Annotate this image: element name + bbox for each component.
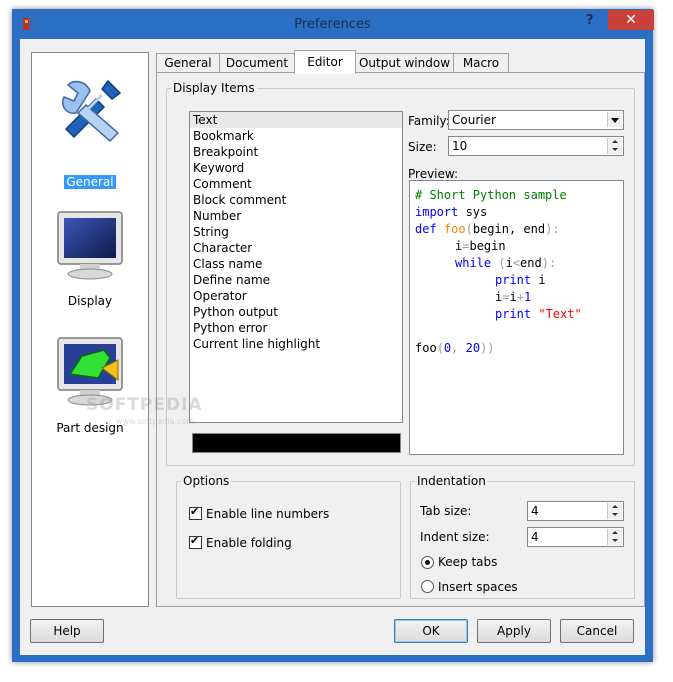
tab-document[interactable]: Document <box>219 53 295 73</box>
stepper-up-icon[interactable] <box>607 503 622 511</box>
list-item[interactable]: Character <box>190 240 402 256</box>
line-numbers-label[interactable]: Enable line numbers <box>206 507 329 521</box>
chevron-down-icon[interactable] <box>607 112 622 127</box>
preview-line-def: def foo(begin, end): <box>415 222 560 236</box>
display-items-legend: Display Items <box>173 81 255 95</box>
list-item[interactable]: Operator <box>190 288 402 304</box>
tab-size-label: Tab size: <box>420 504 472 518</box>
list-item[interactable]: Python error <box>190 320 402 336</box>
list-item[interactable]: Current line highlight <box>190 336 402 352</box>
font-size-stepper[interactable]: 10 <box>448 136 624 156</box>
list-item[interactable]: Keyword <box>190 160 402 176</box>
ok-button[interactable]: OK <box>394 619 468 643</box>
preview-line-increment: i=i+1 <box>495 290 532 304</box>
apply-button[interactable]: Apply <box>477 619 551 643</box>
tab-editor[interactable]: Editor <box>294 50 356 74</box>
sidebar-label-part-design: Part design <box>56 421 124 435</box>
list-item[interactable]: Python output <box>190 304 402 320</box>
tab-size-value: 4 <box>531 504 539 518</box>
insert-spaces-radio[interactable] <box>421 580 434 593</box>
stepper-up-icon[interactable] <box>607 138 622 146</box>
code-preview: # Short Python sample import sys def foo… <box>409 180 624 455</box>
list-item[interactable]: Define name <box>190 272 402 288</box>
editor-tab-panel: Display Items Text Bookmark Breakpoint K… <box>156 72 645 607</box>
list-item[interactable]: Class name <box>190 256 402 272</box>
preview-line-print-text: print "Text" <box>495 307 582 321</box>
preview-line-call: foo(0, 20)) <box>415 341 495 355</box>
tab-output-window[interactable]: Output window <box>355 53 454 73</box>
keep-tabs-label[interactable]: Keep tabs <box>438 555 497 569</box>
indent-size-label: Indent size: <box>420 530 490 544</box>
size-label: Size: <box>408 140 437 154</box>
list-item[interactable]: Breakpoint <box>190 144 402 160</box>
preview-label: Preview: <box>408 167 459 181</box>
list-item[interactable]: Bookmark <box>190 128 402 144</box>
tab-general[interactable]: General <box>156 53 220 73</box>
stepper-up-icon[interactable] <box>607 529 622 537</box>
sidebar-label-display: Display <box>67 294 113 308</box>
help-button[interactable]: Help <box>30 619 104 643</box>
preview-line-import: import sys <box>415 205 488 219</box>
indent-size-value: 4 <box>531 530 539 544</box>
window-title: Preferences <box>294 17 371 32</box>
indentation-legend: Indentation <box>417 474 486 488</box>
category-sidebar: General Display Part design <box>31 52 149 607</box>
help-title-button[interactable]: ? <box>586 13 594 28</box>
preview-comment: # Short Python sample <box>415 188 567 202</box>
tools-icon <box>62 79 122 143</box>
insert-spaces-label[interactable]: Insert spaces <box>438 580 518 594</box>
preferences-window: Preferences ? ✕ General Display Part des… <box>12 9 654 662</box>
display-items-list[interactable]: Text Bookmark Breakpoint Keyword Comment… <box>189 111 403 423</box>
tab-size-stepper[interactable]: 4 <box>527 501 624 521</box>
indent-size-stepper[interactable]: 4 <box>527 527 624 547</box>
cancel-button[interactable]: Cancel <box>560 619 634 643</box>
font-family-select[interactable]: Courier <box>448 110 624 130</box>
sidebar-item-general[interactable]: General <box>32 53 148 198</box>
monitor-icon <box>57 211 123 280</box>
tab-macro[interactable]: Macro <box>453 53 509 73</box>
dialog-client-area: General Display Part design General Docu… <box>20 39 645 655</box>
part-design-icon <box>57 337 123 406</box>
preview-line-assign: i=begin <box>455 239 506 253</box>
stepper-down-icon[interactable] <box>607 537 622 545</box>
stepper-down-icon[interactable] <box>607 511 622 519</box>
list-item[interactable]: Number <box>190 208 402 224</box>
folding-checkbox[interactable] <box>189 534 202 549</box>
preview-line-print-i: print i <box>495 273 546 287</box>
sidebar-label-general: General <box>64 175 116 189</box>
line-numbers-checkbox[interactable] <box>189 505 202 520</box>
font-family-value: Courier <box>452 113 496 127</box>
list-item[interactable]: Block comment <box>190 192 402 208</box>
preview-line-while: while (i<end): <box>455 256 557 270</box>
keep-tabs-radio[interactable] <box>421 556 434 569</box>
list-item[interactable]: Text <box>190 112 402 128</box>
list-item[interactable]: String <box>190 224 402 240</box>
list-item[interactable]: Comment <box>190 176 402 192</box>
font-size-value: 10 <box>452 139 468 153</box>
folding-label[interactable]: Enable folding <box>206 536 292 550</box>
close-button[interactable]: ✕ <box>608 10 654 30</box>
options-legend: Options <box>183 474 230 488</box>
family-label: Family: <box>408 114 450 128</box>
color-swatch-button[interactable] <box>192 433 401 453</box>
sidebar-item-display[interactable]: Display <box>32 203 148 323</box>
stepper-down-icon[interactable] <box>607 146 622 154</box>
sidebar-item-part-design[interactable]: Part design <box>32 328 148 450</box>
title-bar[interactable]: Preferences ? ✕ <box>12 9 654 38</box>
